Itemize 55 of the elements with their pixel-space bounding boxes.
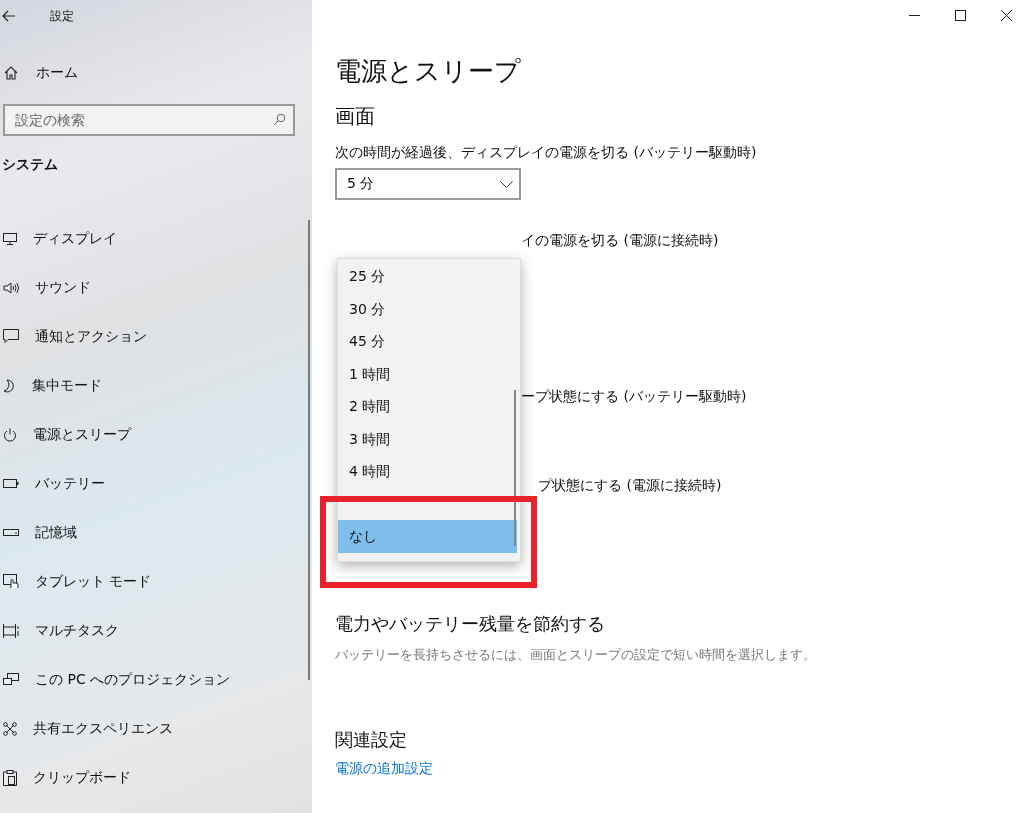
- sidebar-item[interactable]: ディスプレイ: [33, 229, 117, 248]
- dropdown-option[interactable]: 2 時間: [338, 390, 517, 423]
- speaker-icon: [3, 281, 19, 294]
- sidebar-item[interactable]: タブレット モード: [35, 572, 152, 591]
- sidebar-item[interactable]: 電源とスリープ: [33, 425, 131, 444]
- sidebar-item[interactable]: バッテリー: [35, 474, 105, 493]
- dropdown-option[interactable]: 1 時間: [338, 357, 517, 390]
- dropdown-option[interactable]: 3 時間: [338, 422, 517, 455]
- section-heading: 画面: [335, 103, 376, 130]
- share-icon: [3, 721, 17, 736]
- battery-icon: [3, 479, 19, 488]
- dropdown-option[interactable]: 30 分: [338, 292, 517, 325]
- time-dropdown[interactable]: 5 分: [335, 168, 521, 200]
- scrollbar[interactable]: [308, 220, 310, 680]
- dropdown-option[interactable]: 45 分: [338, 325, 517, 358]
- sidebar-item[interactable]: サウンド: [35, 278, 91, 297]
- setting-label: ープ状態にする (バッテリー駆動時): [521, 387, 748, 406]
- monitor-icon: [3, 232, 17, 245]
- clipboard-icon: [3, 769, 17, 786]
- power-icon: [3, 427, 17, 442]
- sidebar-item[interactable]: クリップボード: [33, 768, 131, 787]
- moon-icon: [3, 378, 16, 393]
- sidebar-item[interactable]: マルチタスク: [35, 621, 119, 640]
- speech-bubble-icon: [3, 329, 19, 344]
- setting-label: プ状態にする (電源に接続時): [538, 476, 723, 495]
- tablet-icon: [3, 574, 19, 589]
- section-heading: 電力やバッテリー残量を節約する: [335, 612, 606, 636]
- sidebar-item[interactable]: この PC へのプロジェクション: [35, 670, 231, 689]
- scrollbar[interactable]: [514, 390, 516, 546]
- home-link[interactable]: ホーム: [36, 64, 78, 82]
- sidebar-item[interactable]: 共有エクスペリエンス: [33, 719, 173, 738]
- sidebar-item[interactable]: 集中モード: [32, 376, 102, 395]
- chevron-icon: [500, 180, 513, 188]
- multitask-icon: [3, 623, 19, 638]
- window-title: 設定: [50, 7, 74, 25]
- section-heading: 関連設定: [335, 728, 408, 752]
- power-settings-link[interactable]: 電源の追加設定: [335, 760, 433, 778]
- search-field[interactable]: 設定の検索: [3, 104, 295, 136]
- search-icon: [273, 113, 286, 126]
- home-icon: [4, 66, 18, 80]
- dropdown-option[interactable]: なし: [338, 520, 517, 553]
- close-icon[interactable]: [1001, 10, 1012, 21]
- dropdown-option[interactable]: 4 時間: [338, 455, 517, 488]
- section-heading: システム: [1, 156, 59, 174]
- drive-icon: [3, 529, 19, 536]
- back-icon[interactable]: [2, 10, 16, 22]
- projection-icon: [3, 673, 19, 686]
- page-title: 電源とスリープ: [335, 55, 522, 88]
- setting-label: 次の時間が経過後、ディスプレイの電源を切る (バッテリー駆動時): [335, 143, 758, 162]
- maximize-icon[interactable]: [955, 10, 966, 21]
- dropdown-option[interactable]: 25 分: [338, 260, 517, 293]
- setting-label: イの電源を切る (電源に接続時): [521, 231, 720, 250]
- sidebar-item[interactable]: 記憶域: [35, 523, 77, 542]
- sidebar-item[interactable]: 通知とアクション: [35, 327, 147, 346]
- description-text: バッテリーを長持ちさせるには、画面とスリープの設定で短い時間を選択します。: [335, 646, 817, 664]
